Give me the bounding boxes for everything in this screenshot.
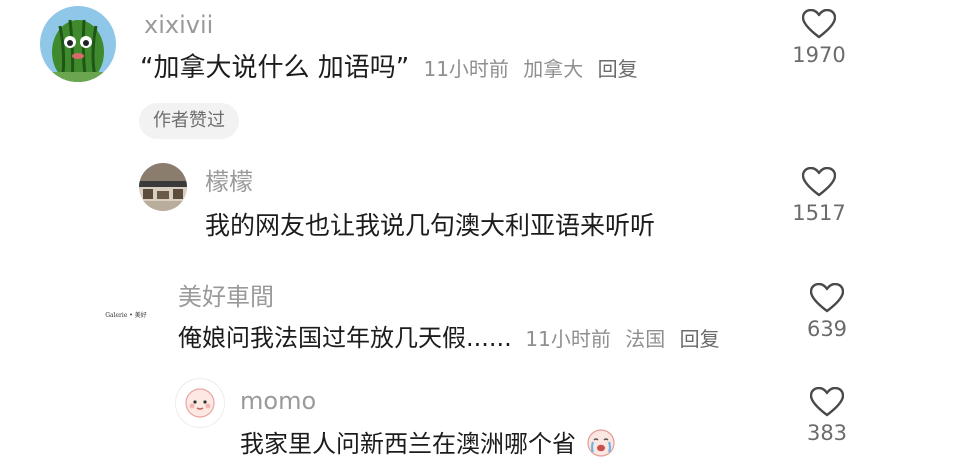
- like-count: 383: [806, 421, 848, 445]
- comment-text-line: 我家里人问新西兰在澳洲哪个省: [240, 428, 616, 458]
- comment-meta: 11小时前 法国 回复: [525, 327, 719, 351]
- heart-icon[interactable]: [802, 9, 836, 39]
- comment-text: 我的网友也让我说几句澳大利亚语来听听: [205, 211, 656, 240]
- comment-username[interactable]: 檬檬: [205, 170, 253, 194]
- heart-icon[interactable]: [802, 167, 836, 197]
- heart-icon[interactable]: [810, 283, 844, 313]
- like-count: 1517: [792, 201, 846, 225]
- like-control[interactable]: 639: [792, 283, 862, 340]
- heart-icon[interactable]: [810, 387, 844, 417]
- comment-text: “加拿大说什么 加语吗”: [140, 53, 410, 83]
- photo-avatar-icon: [139, 163, 187, 211]
- like-control[interactable]: 383: [792, 387, 862, 444]
- like-count: 1970: [792, 43, 846, 67]
- author-liked-badge: 作者赞过: [139, 103, 239, 139]
- user-avatar[interactable]: Galerie • 美好: [94, 282, 158, 346]
- comment-username[interactable]: momo: [240, 389, 316, 413]
- reply-button[interactable]: 回复: [680, 327, 720, 351]
- like-control[interactable]: 1970: [784, 9, 854, 66]
- watermelon-avatar-icon: [40, 6, 116, 82]
- svg-text:Galerie • 美好: Galerie • 美好: [105, 311, 147, 319]
- comment-text-line: 俺娘问我法国过年放几天假...... 11小时前 法国 回复: [178, 326, 720, 350]
- like-control[interactable]: 1517: [784, 167, 854, 224]
- comment-meta: 11小时前 加拿大 回复: [423, 57, 637, 81]
- comment-time: 11小时前: [423, 57, 509, 81]
- comment-text: 我家里人问新西兰在澳洲哪个省: [240, 430, 576, 458]
- user-avatar[interactable]: [40, 6, 116, 82]
- comment-location: 加拿大: [523, 57, 584, 81]
- comment-location: 法国: [625, 327, 666, 351]
- user-avatar[interactable]: [175, 378, 225, 428]
- comment-time: 11小时前: [525, 327, 611, 351]
- comment-username[interactable]: xixivii: [144, 13, 213, 37]
- reply-button[interactable]: 回复: [598, 57, 638, 81]
- user-avatar[interactable]: [139, 163, 187, 211]
- comment-username[interactable]: 美好車間: [178, 285, 274, 309]
- like-count: 639: [806, 317, 848, 341]
- comment-text-line: “加拿大说什么 加语吗” 11小时前 加拿大 回复: [140, 55, 638, 81]
- crying-face-emoji: [587, 429, 615, 457]
- comment-text: 俺娘问我法国过年放几天假......: [178, 324, 512, 352]
- cartoon-avatar-icon: [176, 379, 224, 427]
- logo-avatar-icon: Galerie • 美好: [94, 282, 158, 346]
